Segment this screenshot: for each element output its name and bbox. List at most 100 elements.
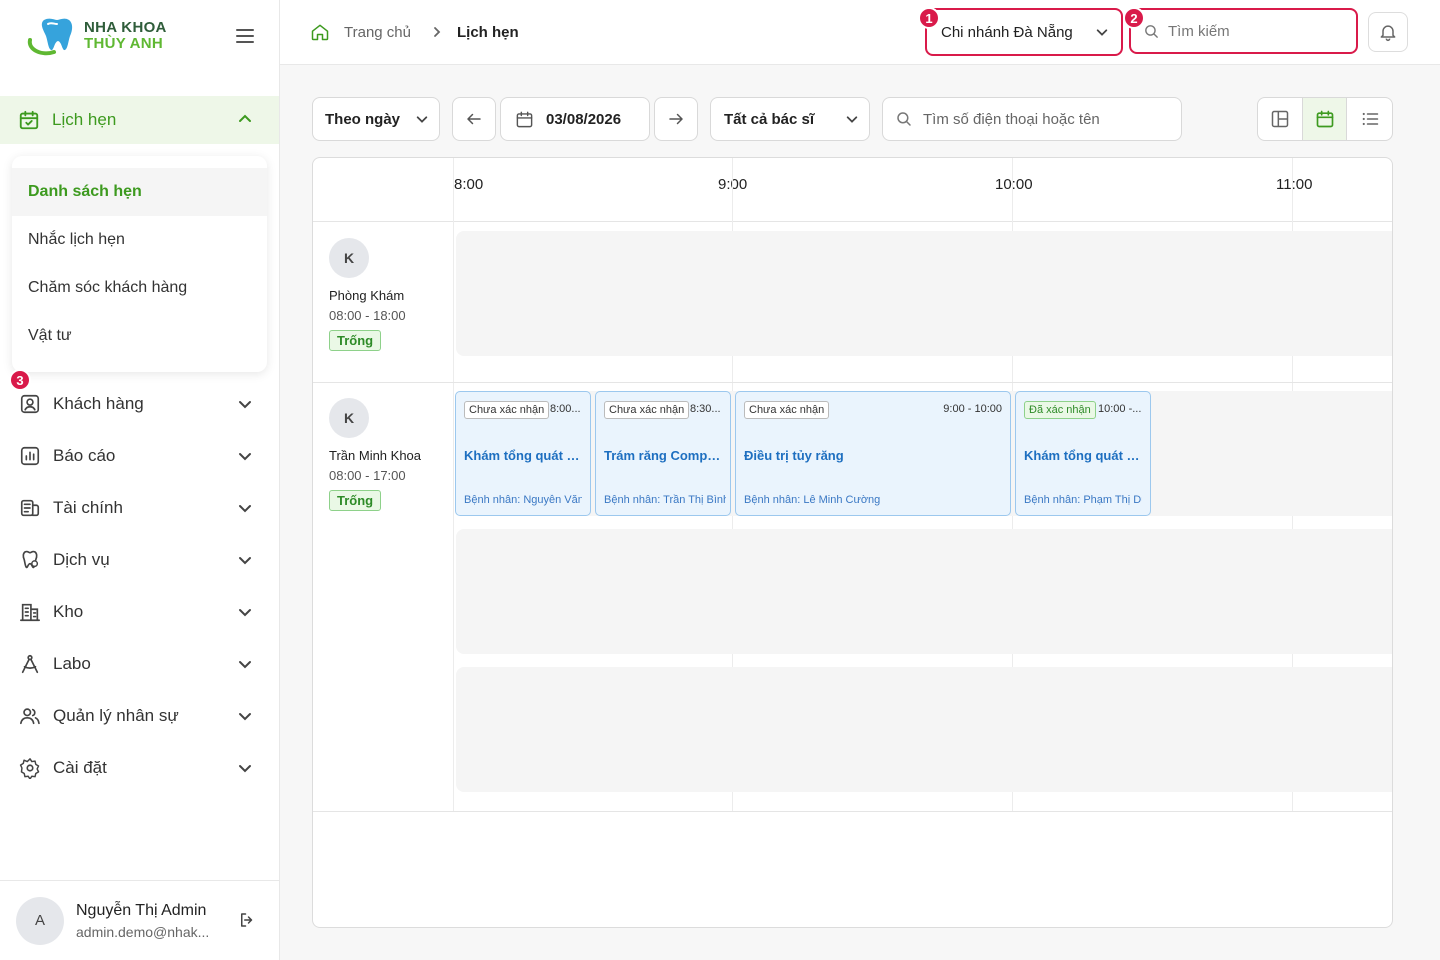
sidebar-item-appointments[interactable]: Lịch hẹn: [0, 96, 279, 144]
patient-search[interactable]: [882, 97, 1182, 141]
appointment-title: Trám răng Compo...: [604, 448, 724, 463]
chevron-right-icon: [434, 27, 441, 37]
appointment-card[interactable]: Đã xác nhận 10:00 -... Khám tổng quát & …: [1015, 391, 1151, 516]
doctor-select[interactable]: Tất cả bác sĩ: [710, 97, 870, 141]
status-badge: Trống: [329, 490, 382, 511]
date-picker[interactable]: 03/08/2026: [500, 97, 650, 141]
sidebar-item-labo[interactable]: Labo: [0, 640, 279, 688]
time-label: 8:00: [454, 176, 484, 193]
appointment-patient: Bệnh nhân: Trần Thị Bình: [604, 494, 726, 506]
avatar: K: [329, 398, 369, 438]
resource-row-header: K Trần Minh Khoa 08:00 - 17:00 Trống: [313, 398, 453, 528]
chevron-down-icon: [239, 401, 251, 409]
notifications-button[interactable]: [1368, 12, 1408, 52]
hamburger-line: [236, 35, 254, 37]
chevron-down-icon: [239, 713, 251, 721]
time-slot-area[interactable]: [456, 231, 1392, 356]
hamburger-line: [236, 41, 254, 43]
sidebar-item-label: Báo cáo: [53, 446, 116, 465]
next-day-button[interactable]: [654, 97, 698, 141]
avatar: A: [16, 896, 64, 945]
calendar-icon: [1316, 110, 1333, 128]
branch-select[interactable]: Chi nhánh Đà Nẵng: [925, 8, 1123, 56]
sidebar-item-label: Kho: [53, 602, 84, 621]
list-icon: [1362, 112, 1378, 126]
submenu-customer-care[interactable]: Chăm sóc khách hàng: [12, 264, 267, 312]
view-calendar-button[interactable]: [1302, 98, 1348, 140]
submenu-supplies[interactable]: Vật tư: [12, 312, 267, 360]
breadcrumb-home[interactable]: Trang chủ: [344, 24, 411, 41]
appointment-card[interactable]: Chưa xác nhận 8:30... Trám răng Compo...…: [595, 391, 731, 516]
sidebar-item-label: Lịch hẹn: [52, 110, 117, 129]
resource-name: Trần Minh Khoa: [329, 448, 422, 463]
sidebar-item-staff[interactable]: Quản lý nhân sự: [0, 692, 279, 740]
sidebar-item-label: Khách hàng: [53, 394, 144, 413]
user-name: Nguyễn Thị Admin: [76, 901, 207, 919]
appointment-time: 9:00 - 10:00: [943, 403, 1002, 415]
tooth-service-icon: [22, 550, 39, 569]
calendar-icon: [516, 111, 533, 127]
time-label: 10:00: [995, 176, 1033, 193]
labo-icon: [21, 654, 39, 674]
patient-search-input[interactable]: [923, 110, 1173, 128]
sidebar-item-warehouse[interactable]: Kho: [0, 588, 279, 636]
top-header: Trang chủ Lịch hẹn Chi nhánh Đà Nẵng 1 2: [280, 0, 1440, 65]
appointment-time: 8:00...: [550, 403, 581, 415]
global-search[interactable]: [1129, 8, 1358, 54]
sidebar-item-finance[interactable]: Tài chính: [0, 484, 279, 532]
appointment-patient: Bệnh nhân: Lê Minh Cường: [744, 494, 881, 506]
appointment-time: 10:00 -...: [1098, 403, 1142, 415]
sidebar-item-services[interactable]: Dịch vụ: [0, 536, 279, 584]
user-icon: [20, 394, 40, 414]
row-divider: [313, 811, 1392, 812]
brand-line2: THÙY ANH: [84, 35, 164, 52]
view-mode-select[interactable]: Theo ngày: [312, 97, 440, 141]
sidebar-item-customers[interactable]: Khách hàng: [0, 380, 279, 428]
sidebar: NHA KHOA THÙY ANH Lịch hẹn Danh sách hẹn…: [0, 0, 280, 960]
marker-2: 2: [1123, 7, 1145, 29]
home-icon[interactable]: [310, 22, 330, 42]
user-email: admin.demo@nhak...: [76, 923, 210, 940]
search-input[interactable]: [1168, 22, 1338, 40]
chevron-down-icon: [239, 609, 251, 617]
chevron-down-icon: [239, 505, 251, 513]
warehouse-icon: [20, 603, 40, 622]
time-slot-area[interactable]: [456, 667, 1392, 792]
submenu-appointment-list[interactable]: Danh sách hẹn: [12, 168, 267, 216]
sidebar-item-reports[interactable]: Báo cáo: [0, 432, 279, 480]
sidebar-item-settings[interactable]: Cài đặt: [0, 744, 279, 792]
prev-day-button[interactable]: [452, 97, 496, 141]
menu-toggle-button[interactable]: [234, 26, 256, 46]
branch-select-value: Chi nhánh Đà Nẵng: [941, 23, 1073, 41]
row-divider: [313, 382, 1392, 383]
search-icon: [897, 112, 911, 126]
calendar-icon: [19, 110, 39, 130]
time-slot-area[interactable]: [456, 529, 1392, 654]
resource-name: Phòng Khám: [329, 288, 405, 303]
appointment-card[interactable]: Chưa xác nhận 9:00 - 10:00 Điều trị tủy …: [735, 391, 1011, 516]
date-value: 03/08/2026: [546, 110, 622, 128]
staff-icon: [20, 708, 40, 725]
sidebar-item-label: Tài chính: [53, 498, 123, 517]
appointment-status: Chưa xác nhận: [744, 401, 830, 419]
view-layout-button[interactable]: [1258, 98, 1303, 140]
brand-line1: NHA KHOA: [84, 19, 167, 36]
bell-icon: [1380, 25, 1396, 42]
time-header: 8:00 9:00 10:00 11:00: [313, 158, 1392, 222]
chevron-down-icon: [239, 765, 251, 773]
logout-icon[interactable]: [238, 911, 256, 929]
settings-icon: [19, 758, 40, 779]
breadcrumb-current: Lịch hẹn: [456, 23, 519, 41]
time-label: 11:00: [1276, 176, 1313, 193]
user-profile: A Nguyễn Thị Admin admin.demo@nhak...: [0, 880, 279, 960]
arrow-left-icon: [467, 113, 481, 125]
submenu-reminders[interactable]: Nhắc lịch hẹn: [12, 216, 267, 264]
layout-icon: [1271, 110, 1289, 128]
view-list-button[interactable]: [1347, 98, 1392, 140]
resource-row-header: K Phòng Khám 08:00 - 18:00 Trống: [313, 238, 453, 368]
appointment-status: Chưa xác nhận: [604, 401, 690, 419]
chevron-up-icon: [239, 114, 251, 122]
brand-logo[interactable]: NHA KHOA THÙY ANH: [24, 14, 167, 58]
chevron-down-icon: [416, 116, 428, 123]
appointment-card[interactable]: Chưa xác nhận 8:00... Khám tổng quát & .…: [455, 391, 591, 516]
